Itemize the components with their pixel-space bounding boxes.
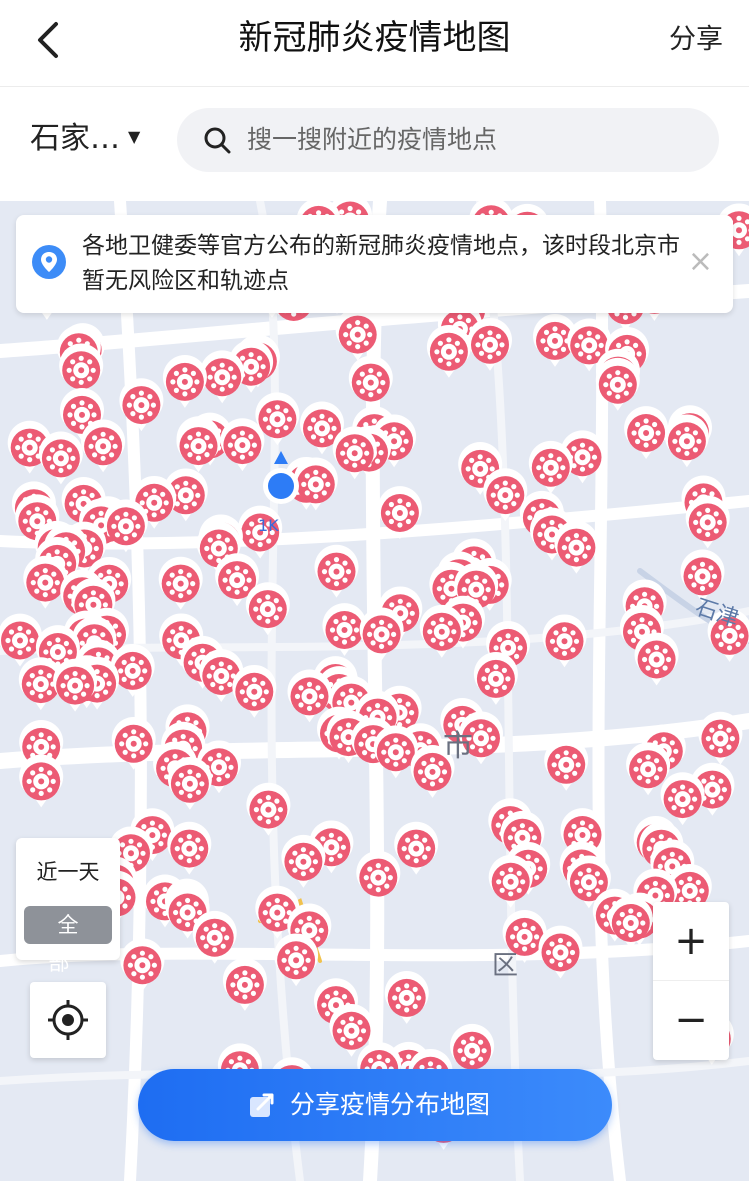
caret-down-icon: ▼	[128, 126, 141, 146]
virus-marker[interactable]	[685, 495, 730, 549]
virus-marker[interactable]	[634, 632, 679, 686]
time-filter: 近一天 全部	[16, 838, 120, 975]
virus-marker[interactable]	[359, 607, 404, 661]
virus-marker[interactable]	[528, 440, 573, 494]
virus-marker[interactable]	[220, 418, 265, 472]
user-location	[263, 451, 299, 504]
virus-marker[interactable]	[538, 925, 583, 979]
virus-marker[interactable]	[167, 821, 212, 875]
virus-marker[interactable]	[53, 658, 98, 712]
search-bar: 石家… ▼ 搜一搜附近的疫情地点	[0, 87, 749, 201]
scale-label: 1K	[258, 516, 279, 535]
virus-marker[interactable]	[419, 604, 464, 658]
virus-marker[interactable]	[680, 549, 725, 603]
virus-marker[interactable]	[81, 419, 126, 473]
virus-marker[interactable]	[222, 958, 267, 1011]
virus-marker[interactable]	[246, 782, 291, 836]
crosshair-icon	[48, 1000, 88, 1040]
virus-marker[interactable]	[293, 457, 338, 511]
virus-marker[interactable]	[356, 850, 401, 904]
virus-marker[interactable]	[162, 355, 207, 408]
search-input[interactable]: 搜一搜附近的疫情地点	[177, 108, 719, 172]
virus-marker[interactable]	[23, 555, 68, 609]
zoom-out-button[interactable]: −	[653, 981, 729, 1059]
share-map-label: 分享疫情分布地图	[290, 1090, 491, 1119]
virus-marker[interactable]	[698, 711, 743, 765]
search-icon	[204, 127, 231, 154]
city-name: 石家…	[30, 121, 120, 156]
close-icon[interactable]: ×	[688, 247, 713, 277]
virus-marker[interactable]	[245, 582, 290, 636]
road-map-label: 石津	[692, 595, 742, 632]
virus-marker[interactable]	[314, 544, 359, 598]
virus-marker[interactable]	[468, 317, 512, 371]
virus-marker[interactable]	[664, 414, 709, 468]
notice-text: 各地卫健委等官方公布的新冠肺炎疫情地点，该时段北京市暂无风险区和轨迹点	[82, 233, 680, 294]
virus-marker[interactable]	[119, 378, 164, 432]
virus-marker[interactable]	[488, 854, 533, 908]
virus-marker[interactable]	[120, 938, 165, 992]
virus-marker[interactable]	[554, 520, 599, 574]
zoom-control: + −	[653, 902, 729, 1060]
city-map-label: 市	[443, 729, 473, 764]
share-button[interactable]: 分享	[669, 20, 723, 60]
virus-marker[interactable]	[660, 772, 705, 826]
city-selector[interactable]: 石家… ▼	[30, 119, 140, 160]
search-placeholder: 搜一搜附近的疫情地点	[247, 125, 498, 154]
virus-marker[interactable]	[167, 756, 212, 810]
district-map-label: 区	[492, 951, 518, 981]
virus-marker[interactable]	[348, 355, 393, 409]
share-icon	[250, 1093, 274, 1117]
map-view[interactable]: 1K 市 区 石津	[0, 201, 749, 1181]
top-bar: 新冠肺炎疫情地图 分享	[0, 0, 749, 87]
share-map-button[interactable]: 分享疫情分布地图	[138, 1069, 612, 1141]
virus-marker[interactable]	[281, 834, 326, 888]
virus-marker[interactable]	[426, 324, 471, 378]
virus-marker[interactable]	[542, 614, 587, 668]
virus-marker[interactable]	[394, 821, 439, 875]
virus-marker[interactable]	[19, 754, 64, 808]
locate-button[interactable]	[30, 982, 106, 1058]
virus-marker[interactable]	[608, 896, 653, 949]
virus-marker[interactable]	[544, 737, 589, 791]
virus-marker[interactable]	[624, 406, 669, 459]
page-title: 新冠肺炎疫情地图	[238, 18, 511, 58]
zoom-in-button[interactable]: +	[653, 902, 729, 981]
filter-recent-day[interactable]: 近一天	[16, 856, 120, 886]
map-canvas[interactable]: 1K 市 区 石津	[0, 201, 749, 1181]
virus-marker[interactable]	[158, 556, 203, 610]
virus-marker[interactable]	[38, 431, 83, 485]
location-pin-icon	[32, 245, 66, 279]
virus-marker[interactable]	[176, 419, 221, 473]
virus-marker[interactable]	[384, 971, 429, 1024]
filter-all[interactable]: 全部	[24, 906, 112, 975]
notice-banner: 各地卫健委等官方公布的新冠肺炎疫情地点，该时段北京市暂无风险区和轨迹点 ×	[16, 215, 733, 313]
